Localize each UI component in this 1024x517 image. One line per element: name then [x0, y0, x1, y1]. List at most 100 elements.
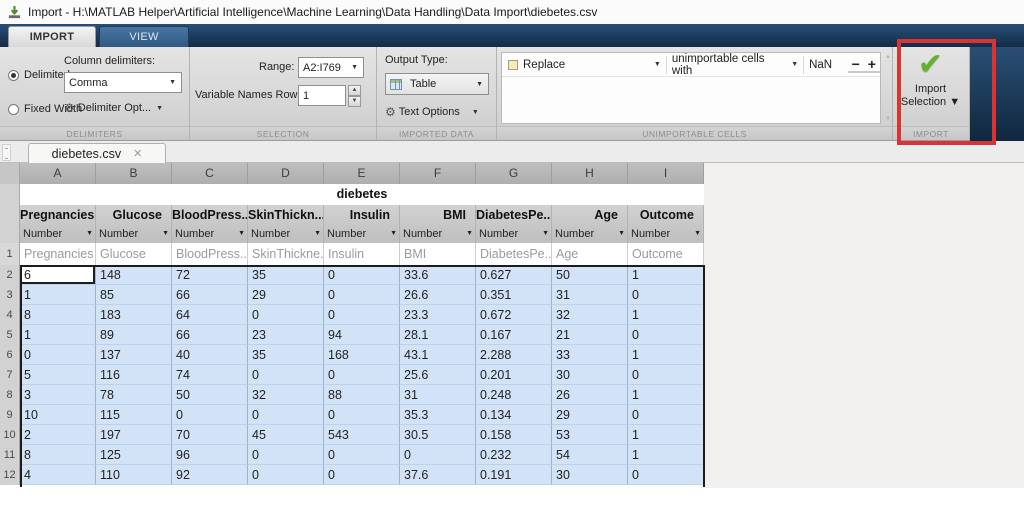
table-cell[interactable]: 94 [324, 325, 400, 345]
table-cell[interactable]: 0.134 [476, 405, 552, 425]
table-cell[interactable]: 3 [20, 385, 96, 405]
replace-with-dropdown[interactable]: unimportable cells with ▼ [667, 53, 803, 77]
table-cell[interactable]: 72 [172, 265, 248, 285]
table-cell[interactable]: BMI [400, 243, 476, 265]
remove-rule-button[interactable]: − [847, 57, 864, 73]
table-cell[interactable]: 4 [20, 465, 96, 485]
table-cell[interactable]: 29 [552, 405, 628, 425]
chevron-down-icon[interactable]: ▼ [466, 230, 475, 237]
table-cell[interactable]: 1 [628, 385, 704, 405]
column-letter[interactable]: B [96, 163, 172, 184]
column-letter[interactable]: D [248, 163, 324, 184]
delimited-radio[interactable]: Delimited [8, 69, 70, 81]
table-cell[interactable]: SkinThickne... [248, 243, 324, 265]
table-cell[interactable]: 0 [248, 405, 324, 425]
spinner-down-icon[interactable]: ▼ [348, 96, 361, 107]
table-cell[interactable]: 0 [628, 285, 704, 305]
table-cell[interactable]: 0.191 [476, 465, 552, 485]
table-cell[interactable]: 110 [96, 465, 172, 485]
tab-view[interactable]: VIEW [99, 26, 189, 47]
variable-name-header[interactable]: BloodPress... [172, 205, 248, 224]
table-cell[interactable]: 45 [248, 425, 324, 445]
variable-name-header[interactable]: Outcome [628, 205, 704, 224]
chevron-down-icon[interactable]: ▼ [694, 230, 703, 237]
table-cell[interactable]: 33 [552, 345, 628, 365]
table-cell[interactable]: 8 [20, 445, 96, 465]
table-cell[interactable]: 2.288 [476, 345, 552, 365]
column-letter[interactable]: E [324, 163, 400, 184]
column-letter[interactable]: H [552, 163, 628, 184]
table-cell[interactable]: 32 [248, 385, 324, 405]
range-combo[interactable]: A2:I769 ▼ [298, 57, 364, 78]
table-cell[interactable]: 137 [96, 345, 172, 365]
chevron-down-icon[interactable]: ▼ [238, 230, 247, 237]
table-cell[interactable]: 1 [628, 425, 704, 445]
output-type-dropdown[interactable]: Table ▼ [385, 73, 489, 95]
chevron-down-icon[interactable]: ▼ [618, 230, 627, 237]
table-cell[interactable]: 64 [172, 305, 248, 325]
variable-name-header[interactable]: Age [552, 205, 628, 224]
table-cell[interactable]: 10 [20, 405, 96, 425]
scroll-down-icon[interactable]: ▼ [885, 116, 891, 122]
table-cell[interactable]: 53 [552, 425, 628, 445]
table-cell[interactable]: 0.201 [476, 365, 552, 385]
table-cell[interactable]: 43.1 [400, 345, 476, 365]
table-cell[interactable]: 116 [96, 365, 172, 385]
table-cell[interactable]: 89 [96, 325, 172, 345]
scroll-up-icon[interactable]: ▲ [885, 54, 891, 60]
table-cell[interactable]: 0 [628, 365, 704, 385]
table-cell[interactable]: 0 [628, 325, 704, 345]
type-selector[interactable]: Number ▼ [20, 224, 96, 243]
type-selector[interactable]: Number ▼ [96, 224, 172, 243]
rule-dropdown[interactable]: Replace ▼ [502, 53, 666, 76]
table-cell[interactable]: 0 [172, 405, 248, 425]
table-cell[interactable]: 33.6 [400, 265, 476, 285]
table-cell[interactable]: 50 [172, 385, 248, 405]
chevron-down-icon[interactable]: ▼ [542, 230, 551, 237]
document-tab[interactable]: diebetes.csv ✕ [28, 143, 166, 163]
dock-grip[interactable] [2, 144, 11, 161]
table-cell[interactable]: 0 [324, 465, 400, 485]
chevron-down-icon[interactable]: ▼ [162, 230, 171, 237]
table-cell[interactable]: 35 [248, 345, 324, 365]
table-cell[interactable]: 1 [628, 305, 704, 325]
table-cell[interactable]: 0 [248, 305, 324, 325]
column-letter[interactable]: C [172, 163, 248, 184]
table-cell[interactable]: 28.1 [400, 325, 476, 345]
table-cell[interactable]: 0 [324, 265, 400, 285]
table-cell[interactable]: 5 [20, 365, 96, 385]
type-selector[interactable]: Number ▼ [476, 224, 552, 243]
variable-name-header[interactable]: Insulin [324, 205, 400, 224]
table-cell[interactable]: 1 [628, 265, 704, 285]
table-cell[interactable]: 31 [552, 285, 628, 305]
table-cell[interactable]: 0 [248, 365, 324, 385]
table-cell[interactable]: 0 [324, 365, 400, 385]
import-selection-button[interactable]: ✔ Import Selection ▼ [893, 50, 968, 109]
column-letter[interactable]: F [400, 163, 476, 184]
table-cell[interactable]: 197 [96, 425, 172, 445]
table-cell[interactable]: 40 [172, 345, 248, 365]
type-selector[interactable]: Number ▼ [248, 224, 324, 243]
table-cell[interactable]: 0 [248, 445, 324, 465]
variable-names-row-stepper[interactable]: ▲ ▼ [348, 85, 361, 107]
chevron-down-icon[interactable]: ▼ [314, 230, 323, 237]
variable-name-header[interactable]: Pregnancies [20, 205, 96, 224]
table-cell[interactable]: 54 [552, 445, 628, 465]
table-cell[interactable]: BloodPress... [172, 243, 248, 265]
text-options-button[interactable]: ⚙ Text Options ▼ [385, 105, 484, 119]
tab-import[interactable]: IMPORT [8, 26, 96, 47]
type-selector[interactable]: Number ▼ [172, 224, 248, 243]
table-cell[interactable]: 115 [96, 405, 172, 425]
table-cell[interactable]: 6 [20, 265, 96, 285]
table-cell[interactable]: 70 [172, 425, 248, 445]
table-cell[interactable]: Pregnancies [20, 243, 96, 265]
table-cell[interactable]: 8 [20, 305, 96, 325]
table-cell[interactable]: 0.248 [476, 385, 552, 405]
table-cell[interactable]: 37.6 [400, 465, 476, 485]
variable-name-header[interactable]: Glucose [96, 205, 172, 224]
table-cell[interactable]: 1 [20, 325, 96, 345]
table-cell[interactable]: 0 [20, 345, 96, 365]
spinner-up-icon[interactable]: ▲ [348, 85, 361, 96]
table-cell[interactable]: 85 [96, 285, 172, 305]
table-cell[interactable]: 0 [324, 305, 400, 325]
